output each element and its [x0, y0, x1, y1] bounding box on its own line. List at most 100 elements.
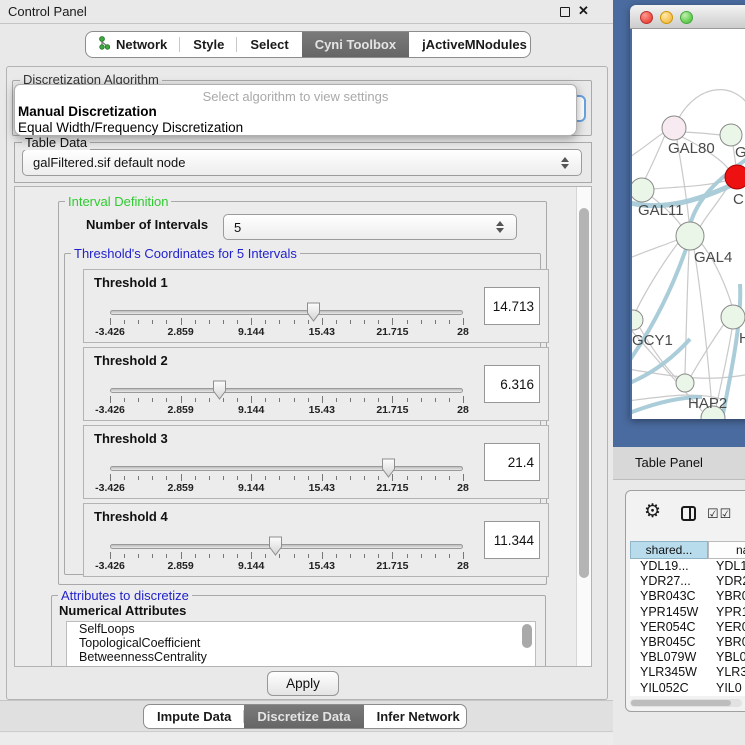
threshold-4-label: Threshold 4: [94, 509, 168, 524]
tab-jactivemnodules[interactable]: jActiveMNodules: [409, 32, 531, 57]
table-row[interactable]: YBL079WYBL0: [630, 650, 745, 665]
table-panel-titlebar[interactable]: Table Panel: [613, 447, 745, 480]
slider-tick-label: 9.144: [238, 560, 264, 572]
column-manager-icon[interactable]: [681, 506, 696, 521]
attribute-list-item[interactable]: BetweennessCentrality: [67, 650, 535, 664]
slider-tick-label: 28: [457, 326, 469, 338]
tab-network-label: Network: [116, 37, 167, 52]
slider-tick-label: 15.43: [309, 560, 335, 572]
network-node[interactable]: [676, 222, 704, 250]
table-hscrollbar-track[interactable]: [630, 699, 742, 707]
column-header-shared-name[interactable]: shared...: [630, 541, 708, 559]
tab-discretize-data-label: Discretize Data: [257, 709, 350, 724]
slider-tick-label: 21.715: [376, 404, 408, 416]
panel-scrollbar-thumb[interactable]: [579, 208, 589, 578]
tab-select[interactable]: Select: [237, 32, 301, 57]
table-row[interactable]: YDL19...YDL1: [630, 559, 745, 574]
control-panel-titlebar: Control Panel: [0, 0, 613, 24]
numerical-attributes-list[interactable]: SelfLoopsTopologicalCoefficientBetweenne…: [66, 621, 536, 667]
list-scrollbar[interactable]: [522, 624, 532, 648]
panel-title: Control Panel: [8, 4, 87, 19]
table-hscrollbar-thumb[interactable]: [631, 700, 731, 706]
slider-tick-label: -3.426: [95, 560, 125, 572]
tab-infer-network[interactable]: Infer Network: [364, 705, 467, 728]
tab-infer-network-label: Infer Network: [377, 709, 460, 724]
algorithm-placeholder-option[interactable]: Select algorithm to view settings: [15, 89, 576, 104]
slider-tick-label: 28: [457, 560, 469, 572]
table-row[interactable]: YBR043CYBR0: [630, 589, 745, 604]
node-label: GAL4: [694, 249, 732, 266]
slider-tick-label: 21.715: [376, 482, 408, 494]
network-window-titlebar[interactable]: [630, 5, 745, 29]
number-of-intervals-value: 5: [234, 220, 241, 235]
threshold-3-value-field[interactable]: 21.4: [484, 443, 540, 481]
slider-tick-label: 15.43: [309, 326, 335, 338]
algorithm-option-manual[interactable]: Manual Discretization: [18, 104, 157, 119]
control-panel: Control Panel ✕ Network Style Select: [0, 0, 613, 745]
slider-tick-label: 28: [457, 482, 469, 494]
network-node[interactable]: [721, 305, 745, 329]
slider-tick-label: 9.144: [238, 482, 264, 494]
window-minimize-icon[interactable]: [660, 11, 673, 24]
slider-thumb[interactable]: [268, 536, 283, 556]
node-table-card: ⚙ ☑☑ shared... na YDL19...YDL1YDR27...YD…: [625, 490, 745, 712]
number-of-intervals-label: Number of Intervals: [86, 217, 208, 232]
slider-thumb[interactable]: [212, 380, 227, 400]
slider-tick-label: 21.715: [376, 560, 408, 572]
slider-ticks: [110, 552, 463, 560]
table-row[interactable]: YBR045CYBR0: [630, 635, 745, 650]
column-header-name[interactable]: na: [708, 541, 745, 559]
table-row[interactable]: YPR145WYPR1: [630, 605, 745, 620]
node-label: HAP2: [688, 395, 727, 412]
slider-thumb[interactable]: [306, 302, 321, 322]
network-node[interactable]: [676, 374, 694, 392]
tab-impute-data[interactable]: Impute Data: [144, 705, 244, 728]
network-node[interactable]: [662, 116, 686, 140]
threshold-2-row: Threshold 2 6.316 -3.4262.8599.14415.432…: [83, 347, 549, 421]
network-node[interactable]: [725, 165, 745, 189]
attribute-list-item[interactable]: SelfLoops: [67, 622, 535, 636]
network-node[interactable]: [632, 178, 654, 202]
tab-discretize-data[interactable]: Discretize Data: [244, 705, 363, 728]
threshold-2-value-field[interactable]: 6.316: [484, 365, 540, 403]
slider-thumb[interactable]: [381, 458, 396, 478]
attribute-list-item[interactable]: TopologicalCoefficient: [67, 636, 535, 650]
apply-button[interactable]: Apply: [267, 671, 339, 696]
table-row[interactable]: YLR345WYLR3: [630, 665, 745, 680]
bottom-tabbar: Impute Data Discretize Data Infer Networ…: [143, 704, 467, 729]
close-icon[interactable]: ✕: [578, 3, 589, 19]
tab-cyni-toolbox[interactable]: Cyni Toolbox: [302, 32, 409, 57]
network-node[interactable]: [632, 310, 643, 330]
window-close-icon[interactable]: [640, 11, 653, 24]
tab-network[interactable]: Network: [86, 32, 180, 57]
window-zoom-icon[interactable]: [680, 11, 693, 24]
table-row[interactable]: YDR27...YDR2: [630, 574, 745, 589]
table-rows[interactable]: YDL19...YDL1YDR27...YDR2YBR043CYBR0YPR14…: [630, 559, 745, 696]
float-window-icon[interactable]: [560, 7, 570, 17]
table-row[interactable]: YIL052CYIL0: [630, 681, 745, 696]
slider-tick-label: -3.426: [95, 482, 125, 494]
threshold-1-value-field[interactable]: 14.713: [484, 287, 540, 325]
select-columns-icon[interactable]: ☑☑: [707, 506, 732, 522]
threshold-4-slider[interactable]: [110, 544, 463, 549]
tab-style[interactable]: Style: [180, 32, 237, 57]
algorithm-option-equal-width[interactable]: Equal Width/Frequency Discretization: [18, 120, 243, 135]
threshold-2-slider[interactable]: [110, 388, 463, 393]
threshold-1-slider[interactable]: [110, 310, 463, 315]
network-node[interactable]: [720, 124, 742, 146]
network-canvas[interactable]: GAL80GACGAL11GAL4GCY1HHAP2: [632, 29, 745, 419]
node-label: H: [739, 330, 745, 347]
node-label: GA: [735, 144, 745, 161]
table-data-group-label: Table Data: [22, 135, 90, 150]
table-data-selected-value: galFiltered.sif default node: [33, 155, 185, 170]
table-data-combobox[interactable]: galFiltered.sif default node: [22, 149, 582, 176]
number-of-intervals-combobox[interactable]: 5: [223, 214, 517, 240]
threshold-4-value-field[interactable]: 11.344: [484, 521, 540, 559]
threshold-3-slider[interactable]: [110, 466, 463, 471]
table-row[interactable]: YER054CYER0: [630, 620, 745, 635]
tab-style-label: Style: [193, 37, 224, 52]
slider-tick-label: 2.859: [167, 326, 193, 338]
gear-icon[interactable]: ⚙: [644, 502, 661, 521]
slider-tick-label: 9.144: [238, 326, 264, 338]
slider-tick-label: -3.426: [95, 404, 125, 416]
